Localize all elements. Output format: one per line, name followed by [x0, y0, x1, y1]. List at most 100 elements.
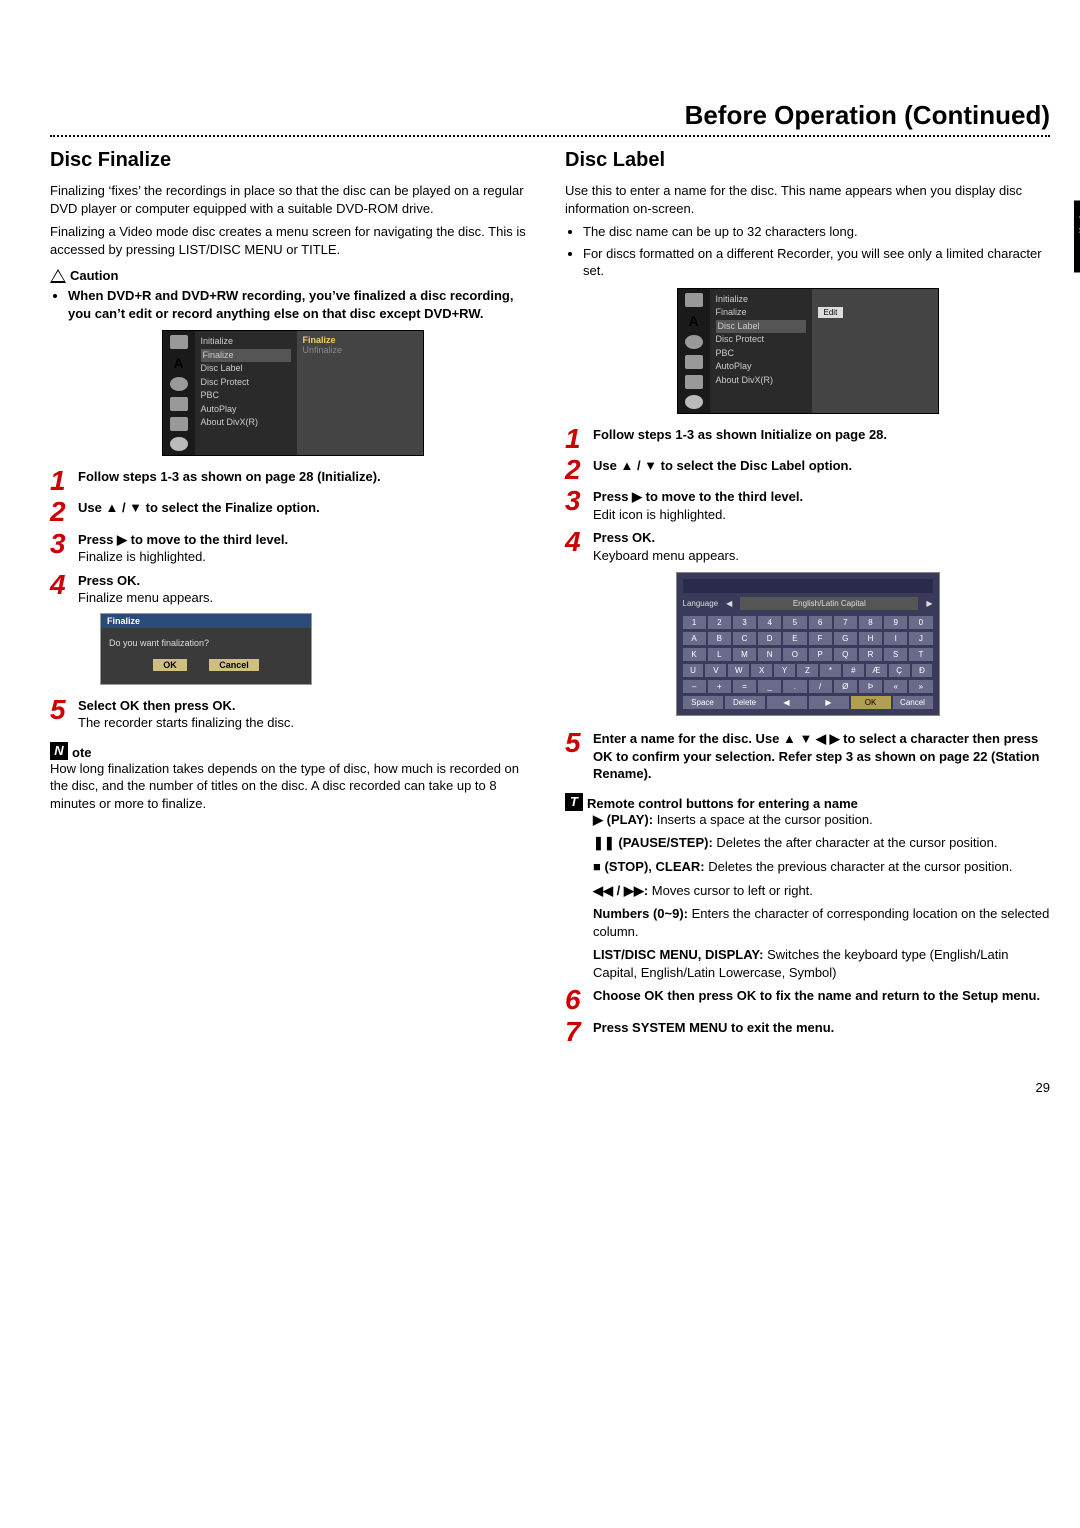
step-bold: Press OK. [593, 530, 655, 545]
edit-button[interactable]: Edit [818, 307, 844, 318]
kb-key[interactable]: Þ [859, 680, 882, 693]
step-bold: Press ▶ to move to the third level. [78, 532, 288, 547]
kb-key[interactable]: T [909, 648, 932, 661]
kb-key[interactable]: 3 [733, 616, 756, 629]
kb-key[interactable]: 0 [909, 616, 932, 629]
mi-selected: Finalize [201, 349, 291, 363]
kb-key[interactable]: Space [683, 696, 723, 709]
caution-text: When DVD+R and DVD+RW recording, you’ve … [68, 287, 535, 322]
record-icon [170, 437, 188, 451]
kb-row-2: ABCDEFGHIJ [683, 632, 933, 645]
kb-key[interactable]: ◀ [767, 696, 807, 709]
step-num: 1 [50, 468, 70, 493]
onscreen-keyboard: Language ◀ English/Latin Capital ▶ 12345… [676, 572, 940, 716]
kb-key[interactable]: Æ [866, 664, 887, 677]
step-text: Use ▲ / ▼ to select the Finalize option. [78, 499, 535, 524]
kb-key[interactable]: » [909, 680, 932, 693]
tv-icon [170, 335, 188, 349]
screenshot-finalize-menu: A Initialize Finalize Disc Label Disc Pr… [162, 330, 424, 456]
mi: About DivX(R) [201, 416, 291, 430]
kb-key[interactable]: M [733, 648, 756, 661]
mi: About DivX(R) [716, 374, 806, 388]
dialog-ok-button[interactable]: OK [153, 659, 187, 671]
kb-key[interactable]: Ð [912, 664, 933, 677]
kb-key[interactable]: 9 [884, 616, 907, 629]
kb-key[interactable]: Ç [889, 664, 910, 677]
note-label: ote [72, 745, 92, 760]
kb-key[interactable]: V [705, 664, 726, 677]
kb-key[interactable]: 1 [683, 616, 706, 629]
kb-key[interactable]: 8 [859, 616, 882, 629]
step-4: 4 Press OK. Finalize menu appears. [50, 572, 535, 607]
ss-right-b: Unfinalize [303, 345, 417, 355]
kb-key[interactable]: N [758, 648, 781, 661]
ss-menu-items: Initialize Finalize Disc Label Disc Prot… [195, 331, 297, 455]
step-text: Press ▶ to move to the third level. Fina… [78, 531, 535, 566]
columns: Disc Finalize Finalizing ‘fixes’ the rec… [50, 149, 1050, 1050]
disc-icon [685, 335, 703, 349]
kb-key[interactable]: _ [758, 680, 781, 693]
kb-key[interactable]: W [728, 664, 749, 677]
kb-key[interactable]: U [683, 664, 704, 677]
kb-key[interactable]: / [809, 680, 832, 693]
kb-key[interactable]: G [834, 632, 857, 645]
kb-key[interactable]: Delete [725, 696, 765, 709]
kb-lang-prev[interactable]: ◀ [726, 599, 732, 608]
kb-key[interactable]: I [884, 632, 907, 645]
step-plain: Finalize is highlighted. [78, 549, 206, 564]
step-text: Press OK. Finalize menu appears. [78, 572, 535, 607]
kb-key[interactable]: = [733, 680, 756, 693]
kb-key[interactable]: K [683, 648, 706, 661]
mi: Initialize [716, 293, 806, 307]
kb-key[interactable]: Z [797, 664, 818, 677]
note-row: N ote [50, 742, 535, 760]
kb-key[interactable]: Y [774, 664, 795, 677]
kb-key[interactable]: R [859, 648, 882, 661]
kb-key[interactable]: 2 [708, 616, 731, 629]
kb-key[interactable]: « [884, 680, 907, 693]
kb-key[interactable]: . [783, 680, 806, 693]
rc-stop: ■ (STOP), CLEAR: Deletes the previous ch… [593, 858, 1050, 876]
kb-key[interactable]: + [708, 680, 731, 693]
kb-key[interactable]: OK [851, 696, 891, 709]
tip-row: T Remote control buttons for entering a … [565, 793, 1050, 811]
kb-key[interactable]: – [683, 680, 706, 693]
kb-lang-next[interactable]: ▶ [926, 599, 932, 608]
kb-key[interactable]: 4 [758, 616, 781, 629]
kb-input-field[interactable] [683, 579, 933, 593]
kb-key[interactable]: # [843, 664, 864, 677]
tip-icon: T [565, 793, 583, 811]
kb-key[interactable]: B [708, 632, 731, 645]
kb-key[interactable]: F [809, 632, 832, 645]
step-1: 1 Follow steps 1-3 as shown Initialize o… [565, 426, 1050, 451]
kb-key[interactable]: S [884, 648, 907, 661]
kb-key[interactable]: 6 [809, 616, 832, 629]
kb-key[interactable]: Q [834, 648, 857, 661]
kb-key[interactable]: X [751, 664, 772, 677]
kb-row-4: UVWXYZ*#ÆÇÐ [683, 664, 933, 677]
kb-key[interactable]: J [909, 632, 932, 645]
kb-key[interactable]: * [820, 664, 841, 677]
kb-key[interactable]: E [783, 632, 806, 645]
kb-key[interactable]: A [683, 632, 706, 645]
step-2: 2 Use ▲ / ▼ to select the Finalize optio… [50, 499, 535, 524]
kb-key[interactable]: 5 [783, 616, 806, 629]
kb-key[interactable]: Cancel [893, 696, 933, 709]
kb-key[interactable]: ▶ [809, 696, 849, 709]
disc-icon [170, 377, 188, 391]
kb-key[interactable]: H [859, 632, 882, 645]
ss-right-a: Finalize [303, 335, 417, 345]
kb-key[interactable]: P [809, 648, 832, 661]
ss-iconbar: A [678, 289, 710, 413]
step-3: 3 Press ▶ to move to the third level. Fi… [50, 531, 535, 566]
kb-key[interactable]: L [708, 648, 731, 661]
kb-key[interactable]: D [758, 632, 781, 645]
step-text: Use ▲ / ▼ to select the Disc Label optio… [593, 457, 1050, 482]
kb-key[interactable]: O [783, 648, 806, 661]
kb-lang-row: Language ◀ English/Latin Capital ▶ [683, 597, 933, 610]
kb-key[interactable]: 7 [834, 616, 857, 629]
kb-key[interactable]: C [733, 632, 756, 645]
dialog-cancel-button[interactable]: Cancel [209, 659, 259, 671]
kb-key[interactable]: Ø [834, 680, 857, 693]
step-num: 2 [50, 499, 70, 524]
